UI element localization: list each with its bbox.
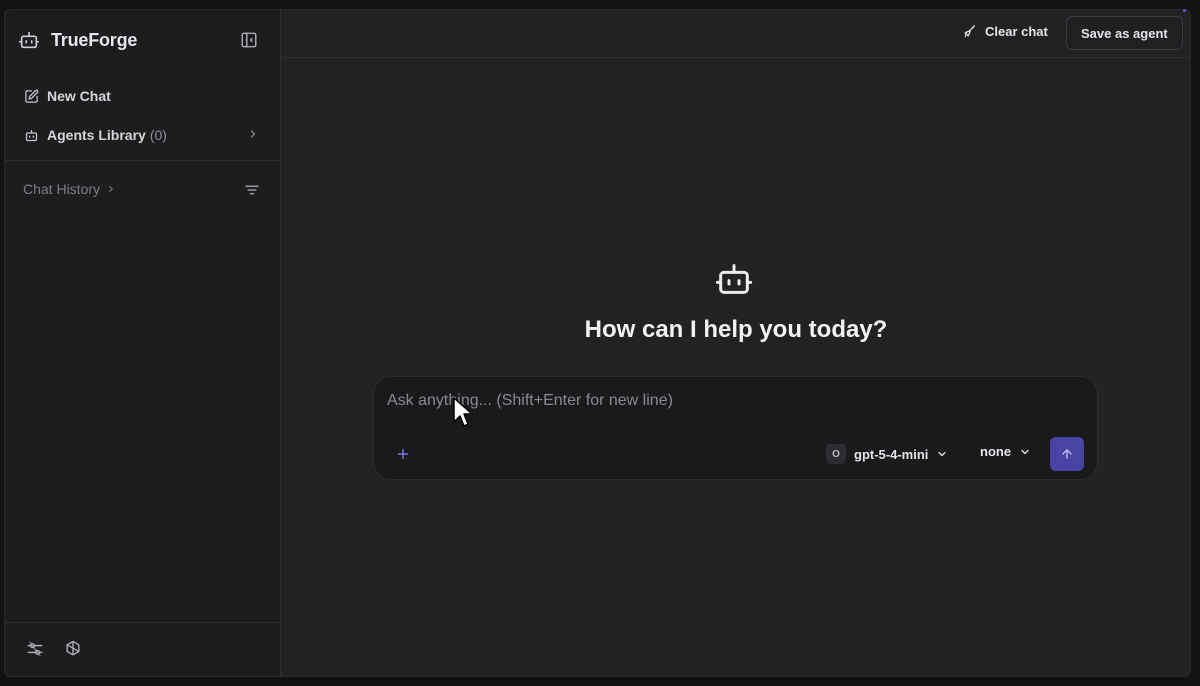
greeting-heading: How can I help you today?	[584, 316, 888, 343]
reasoning-selector[interactable]: none	[980, 444, 1031, 459]
bot-small-icon	[23, 127, 39, 143]
app-name: TrueForge	[51, 29, 138, 50]
settings-sliders-icon[interactable]	[25, 639, 45, 659]
plus-icon[interactable]	[395, 446, 411, 462]
top-bar: Clear chat Save as agent	[282, 10, 1190, 58]
status-dot	[1183, 9, 1186, 12]
send-button[interactable]	[1050, 437, 1084, 471]
edit-icon	[23, 88, 39, 104]
new-chat-button[interactable]: New Chat	[23, 84, 111, 108]
robot-icon	[17, 28, 41, 52]
openai-icon[interactable]	[63, 639, 83, 659]
brand: TrueForge	[17, 28, 137, 52]
prompt-input[interactable]	[387, 392, 987, 410]
chevron-right-icon[interactable]	[247, 128, 259, 140]
chevron-down-icon	[938, 451, 947, 457]
sidebar: TrueForge New Chat Agents Library (0) Ch…	[5, 10, 281, 676]
model-name: gpt-5-4-mini	[854, 446, 929, 462]
new-chat-label: New Chat	[47, 88, 111, 104]
composer: O gpt-5-4-mini none	[373, 376, 1098, 480]
robot-icon	[714, 259, 754, 299]
chat-history-label: Chat History	[23, 181, 101, 197]
filter-icon[interactable]	[243, 181, 261, 199]
openai-icon: O	[826, 444, 846, 464]
sidebar-footer	[5, 622, 281, 676]
arrow-up-icon	[1062, 449, 1072, 459]
sidebar-toggle-icon[interactable]	[238, 29, 260, 51]
app-window: TrueForge New Chat Agents Library (0) Ch…	[4, 9, 1191, 677]
clear-chat-label: Clear chat	[985, 24, 1048, 39]
chevron-right-icon	[109, 185, 113, 193]
save-as-agent-button[interactable]: Save as agent	[1066, 16, 1183, 50]
chat-history-toggle[interactable]: Chat History	[23, 181, 116, 197]
clear-chat-button[interactable]: Clear chat	[962, 24, 1048, 39]
agents-library-button[interactable]: Agents Library (0)	[23, 123, 167, 147]
agents-count: (0)	[149, 127, 167, 143]
reasoning-value: none	[980, 444, 1012, 459]
broom-icon	[964, 25, 976, 38]
chevron-down-icon	[1021, 449, 1029, 454]
model-selector[interactable]: O gpt-5-4-mini	[826, 444, 948, 464]
sidebar-divider	[5, 160, 281, 161]
agents-library-label: Agents Library (0)	[47, 127, 167, 143]
